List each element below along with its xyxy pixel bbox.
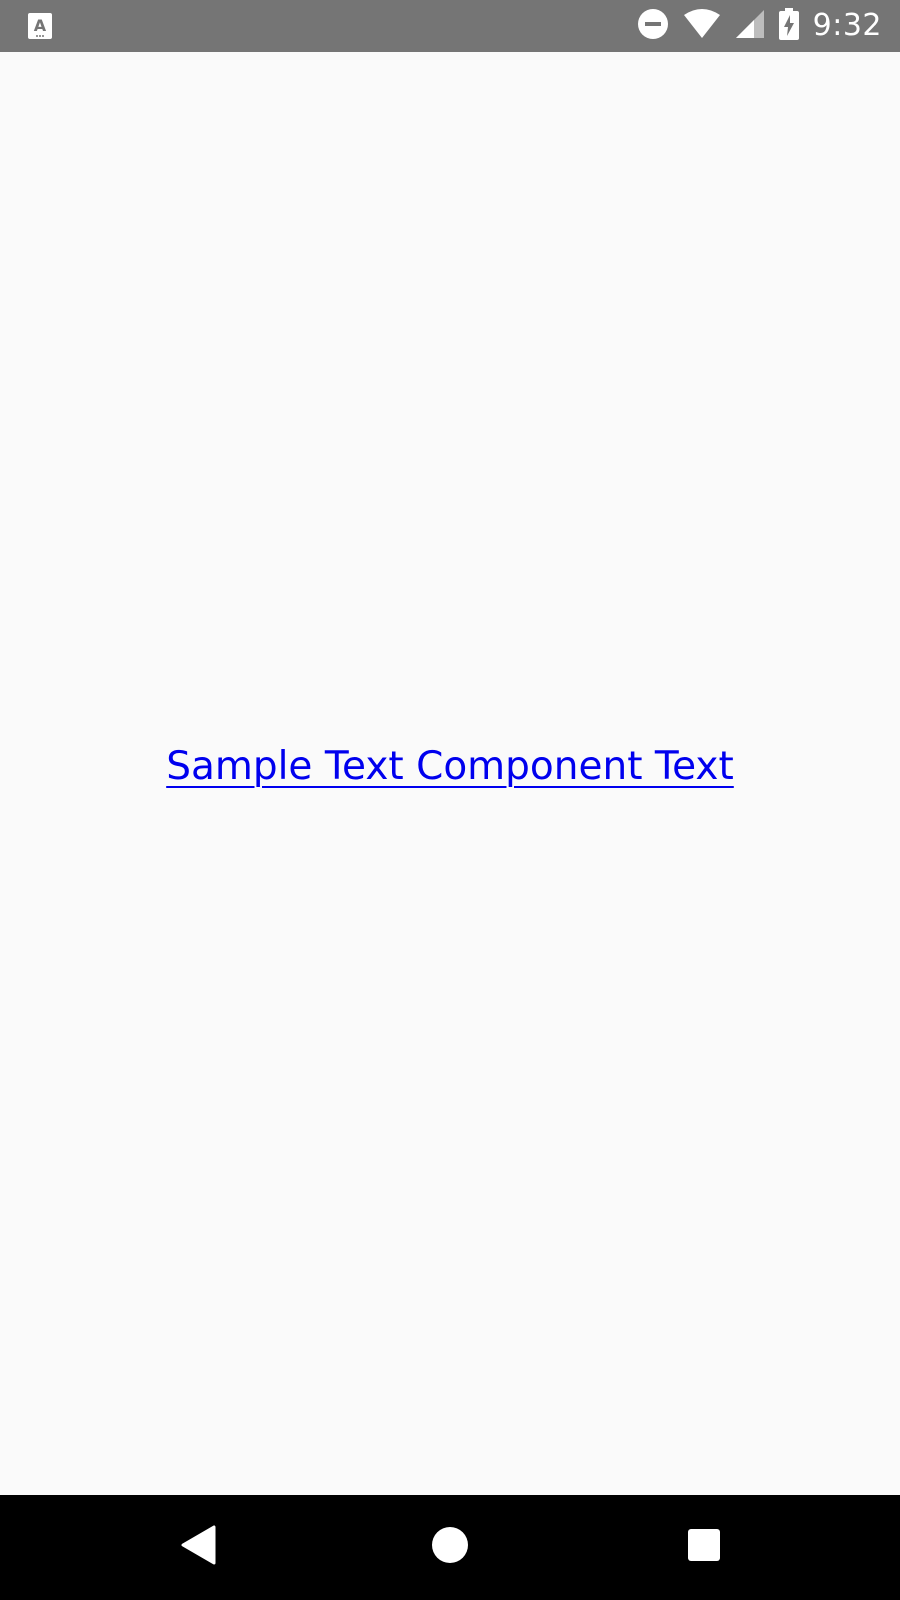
recents-icon: [687, 1528, 721, 1566]
battery-charging-icon: [778, 8, 799, 44]
back-button[interactable]: [168, 1517, 228, 1577]
cell-signal-icon: [735, 9, 765, 43]
main-content: Sample Text Component Text: [0, 52, 900, 1495]
home-button[interactable]: [420, 1517, 480, 1577]
sample-text-link[interactable]: Sample Text Component Text: [166, 744, 734, 789]
status-icons: 9:32: [637, 0, 882, 52]
do-not-disturb-icon: [637, 8, 669, 44]
navigation-bar: [0, 1495, 900, 1600]
home-icon: [431, 1526, 469, 1568]
svg-text:A: A: [34, 16, 47, 35]
wifi-icon: [683, 9, 721, 43]
app-screen: A 9:32 Sample Text Component Text: [0, 0, 900, 1600]
status-time: 9:32: [812, 8, 882, 43]
app-notification-icon: A: [28, 13, 52, 39]
recents-button[interactable]: [674, 1517, 734, 1577]
back-icon: [180, 1525, 216, 1569]
status-bar: A 9:32: [0, 0, 900, 52]
